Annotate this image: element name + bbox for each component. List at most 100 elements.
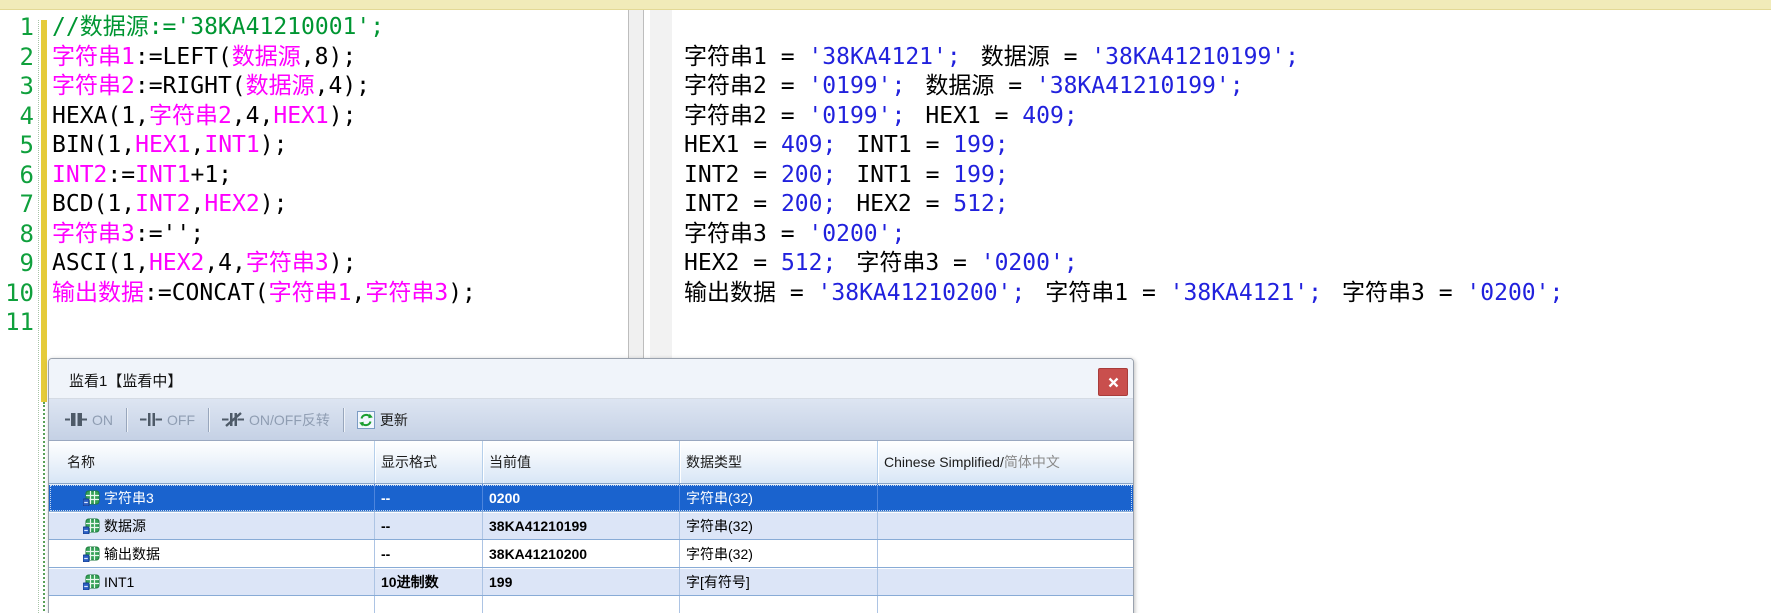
watch-window: 监看1【监看中】 ON (48, 358, 1134, 613)
line-number: 1 (0, 13, 38, 43)
table-row[interactable]: 数据源--38KA41210199字符串(32) (49, 512, 1133, 540)
cell-type: 字符串(32) (679, 512, 877, 539)
cell-lang (877, 512, 1133, 539)
code-line[interactable]: //数据源:='38KA41210001'; (52, 13, 384, 43)
monitor-pair: INT1 = 199; (856, 132, 1008, 158)
line-number: 10 (0, 279, 38, 309)
line-number: 9 (0, 249, 38, 279)
monitor-pair: INT2 = 200; (684, 162, 836, 188)
edit-marker-bar (41, 20, 47, 402)
off-button[interactable]: OFF (134, 408, 201, 432)
on-button[interactable]: ON (59, 408, 119, 432)
cell-name (49, 596, 374, 613)
cell-format: 10进制数 (374, 568, 482, 595)
monitor-pair: 字符串3 = '0200'; (1342, 280, 1563, 306)
cell-lang (877, 484, 1133, 511)
cell-value: 38KA41210199 (482, 512, 679, 539)
cell-lang (877, 596, 1133, 613)
monitor-pair: 数据源 = '38KA41210199'; (981, 44, 1299, 70)
invert-button-label: ON/OFF反转 (249, 410, 330, 430)
refresh-icon (357, 411, 375, 429)
code-line[interactable]: INT2:=INT1+1; (52, 161, 232, 191)
code-line[interactable]: BIN(1,HEX1,INT1); (52, 131, 287, 161)
column-header-type[interactable]: 数据类型 (679, 441, 877, 483)
watch-table-header: 名称 显示格式 当前值 数据类型 Chinese Simplified/简体中文 (49, 441, 1133, 484)
refresh-button[interactable]: 更新 (351, 406, 414, 434)
table-row[interactable] (49, 596, 1133, 613)
contact-invert-icon (222, 412, 244, 427)
variable-icon (83, 574, 100, 590)
table-row[interactable]: 输出数据--38KA41210200字符串(32) (49, 540, 1133, 568)
toolbar-separator (343, 408, 344, 432)
cell-name: 数据源 (49, 512, 374, 539)
code-line[interactable]: HEXA(1,字符串2,4,HEX1); (52, 102, 356, 132)
cell-name: INT1 (49, 568, 374, 595)
column-header-language[interactable]: Chinese Simplified/简体中文 (877, 441, 1133, 483)
refresh-button-label: 更新 (380, 410, 408, 430)
monitor-pair: 字符串1 = '38KA4121'; (1045, 280, 1322, 306)
watch-toolbar: ON OFF ON/OFF反转 (49, 399, 1133, 441)
cell-lang (877, 568, 1133, 595)
monitor-line: 字符串1 = '38KA4121'; 数据源 = '38KA41210199'; (684, 43, 1319, 73)
code-line[interactable]: 输出数据:=CONCAT(字符串1,字符串3); (52, 279, 476, 309)
application-window: 1234567891011 //数据源:='38KA41210001';字符串1… (0, 0, 1771, 613)
close-icon (1108, 377, 1119, 388)
contact-on-icon (65, 412, 87, 427)
line-number: 2 (0, 43, 38, 73)
monitor-line: 字符串2 = '0199'; HEX1 = 409; (684, 102, 1098, 132)
monitor-line: 输出数据 = '38KA41210200'; 字符串1 = '38KA4121';… (684, 279, 1583, 309)
on-off-invert-button[interactable]: ON/OFF反转 (216, 406, 336, 434)
monitor-pair: 字符串3 = '0200'; (856, 250, 1077, 276)
cell-format (374, 596, 482, 613)
code-line[interactable]: 字符串1:=LEFT(数据源,8); (52, 43, 356, 73)
monitor-pair: INT2 = 200; (684, 191, 836, 217)
monitor-line: 字符串2 = '0199';数据源 = '38KA41210199'; (684, 72, 1264, 102)
table-row[interactable]: 字符串3--0200字符串(32) (49, 484, 1133, 512)
column-header-value[interactable]: 当前值 (482, 441, 679, 483)
toolbar-separator (126, 408, 127, 432)
variable-icon (83, 546, 100, 562)
line-number: 4 (0, 102, 38, 132)
monitor-line: INT2 = 200; INT1 = 199; (684, 161, 1029, 191)
line-number: 11 (0, 308, 38, 338)
cell-type: 字符串(32) (679, 484, 877, 511)
monitor-line: INT2 = 200;HEX2 = 512; (684, 190, 1029, 220)
cell-type: 字符串(32) (679, 540, 877, 567)
cell-format: -- (374, 512, 482, 539)
cell-name: 字符串3 (49, 484, 374, 511)
watch-window-title: 监看1【监看中】 (69, 370, 182, 391)
code-line[interactable]: ASCI(1,HEX2,4,字符串3); (52, 249, 356, 279)
monitor-line: 字符串3 = '0200'; (684, 220, 925, 250)
monitor-pair: HEX1 = 409; (684, 132, 836, 158)
monitor-line: HEX1 = 409; INT1 = 199; (684, 131, 1029, 161)
cell-value: 38KA41210200 (482, 540, 679, 567)
monitor-pair: HEX2 = 512; (684, 250, 836, 276)
table-row[interactable]: INT110进制数199字[有符号] (49, 568, 1133, 596)
line-number: 6 (0, 161, 38, 191)
cell-type (679, 596, 877, 613)
cell-value (482, 596, 679, 613)
monitor-pair: HEX1 = 409; (925, 103, 1077, 129)
contact-off-icon (140, 412, 162, 427)
monitor-pair: 数据源 = '38KA41210199'; (925, 73, 1243, 99)
monitor-pair: 字符串2 = '0199'; (684, 103, 905, 129)
monitor-pair: INT1 = 199; (856, 162, 1008, 188)
code-line[interactable]: 字符串2:=RIGHT(数据源,4); (52, 72, 370, 102)
watch-window-titlebar[interactable]: 监看1【监看中】 (49, 359, 1133, 399)
off-button-label: OFF (167, 412, 195, 428)
line-number: 8 (0, 220, 38, 250)
watch-table-body: 字符串3--0200字符串(32) 数据源--38KA41210199字符串(3… (49, 484, 1133, 613)
column-header-format[interactable]: 显示格式 (374, 441, 482, 483)
close-button[interactable] (1098, 368, 1128, 396)
monitor-line: HEX2 = 512; 字符串3 = '0200'; (684, 249, 1098, 279)
line-number: 3 (0, 72, 38, 102)
monitor-pair: 字符串1 = '38KA4121'; (684, 44, 961, 70)
line-number: 5 (0, 131, 38, 161)
column-header-name[interactable]: 名称 (49, 441, 374, 483)
line-number: 7 (0, 190, 38, 220)
monitor-pair: 输出数据 = '38KA41210200'; (684, 280, 1025, 306)
cell-format: -- (374, 540, 482, 567)
code-line[interactable]: 字符串3:=''; (52, 220, 204, 250)
cell-lang (877, 540, 1133, 567)
code-line[interactable]: BCD(1,INT2,HEX2); (52, 190, 287, 220)
